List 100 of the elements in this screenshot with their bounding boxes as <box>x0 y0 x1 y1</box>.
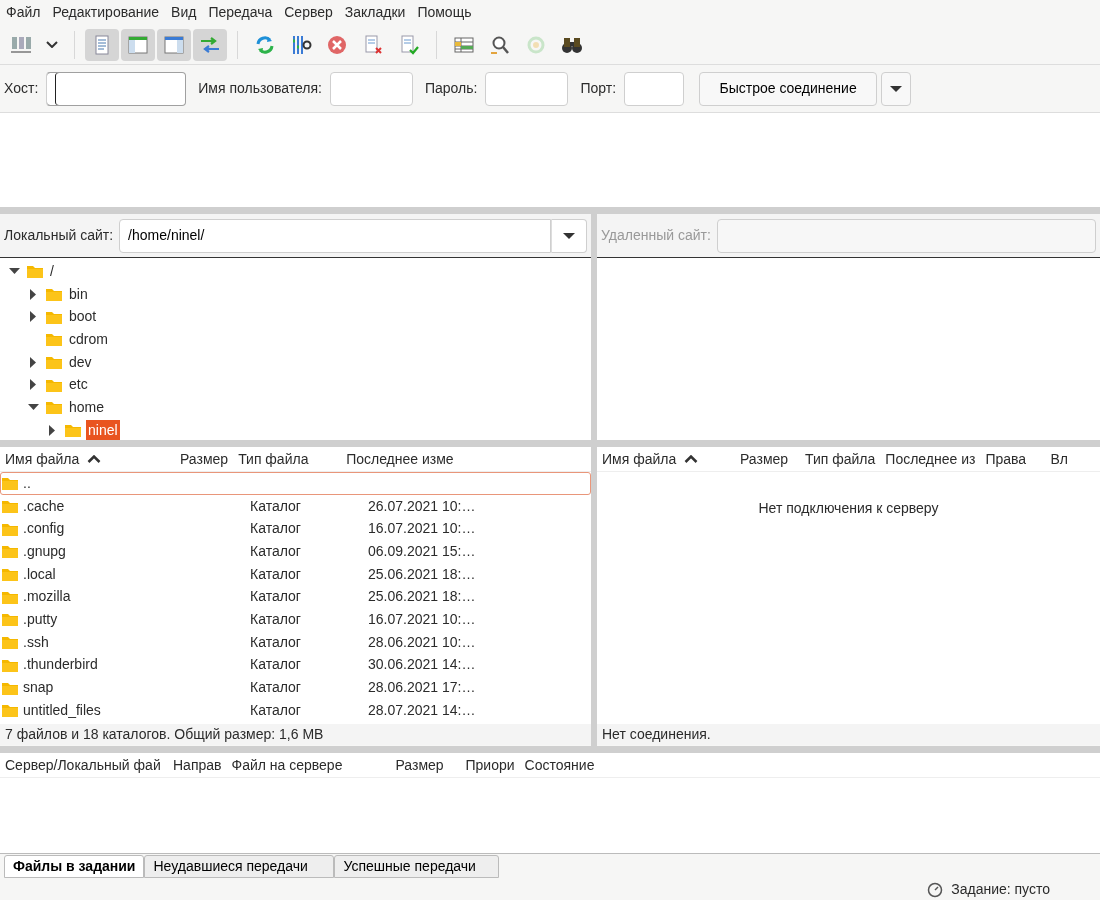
file-date: 30.06.2021 14:… <box>368 655 476 675</box>
file-date: 16.07.2021 10:… <box>368 519 476 539</box>
column-header[interactable]: Направ <box>173 754 222 776</box>
caret-icon <box>46 41 58 48</box>
expand-arrow-icon <box>49 424 55 436</box>
gauge-icon <box>927 881 944 898</box>
toggle-button[interactable] <box>157 28 191 61</box>
path-field[interactable]: /home/ninel/ <box>119 218 551 253</box>
column-header[interactable]: Последнее изме <box>346 448 454 470</box>
menu-item[interactable]: Файл <box>0 2 47 23</box>
column-header[interactable]: Файл на сервере <box>231 754 343 776</box>
menu-item[interactable]: Закладки <box>338 2 412 23</box>
input-field[interactable] <box>46 71 187 106</box>
file-name: snap <box>23 678 54 698</box>
file-row[interactable]: untitled_files Каталог 28.07.2021 14:… <box>0 698 591 722</box>
field-label: Хост: <box>4 79 39 98</box>
file-row[interactable]: .thunderbird Каталог 30.06.2021 14:… <box>0 653 591 677</box>
field-label: Имя пользователя: <box>198 79 322 98</box>
column-header[interactable]: Размер <box>180 448 229 470</box>
file-date: 25.06.2021 18:… <box>368 564 476 584</box>
input-field[interactable] <box>624 71 685 106</box>
file-type: Каталог <box>250 700 301 720</box>
file-name: .. <box>23 473 31 493</box>
dropdown-button[interactable] <box>551 218 587 253</box>
file-type: Каталог <box>250 587 301 607</box>
toggle-button[interactable] <box>121 28 155 61</box>
file-row[interactable]: .local Каталог 25.06.2021 18:… <box>0 562 591 586</box>
expand-arrow-icon <box>30 356 36 368</box>
dropdown-button[interactable] <box>881 71 912 106</box>
file-row[interactable]: .ssh Каталог 28.06.2021 10:… <box>0 630 591 654</box>
sort-icon <box>87 455 102 463</box>
input-field[interactable] <box>485 71 569 106</box>
menu-item[interactable]: Вид <box>165 2 203 23</box>
file-type: Каталог <box>250 564 301 584</box>
tab[interactable]: Файлы в задании <box>4 855 145 878</box>
column-header[interactable]: Сервер/Локальный фай <box>5 754 161 776</box>
input-field[interactable] <box>330 71 413 106</box>
caret-icon <box>563 232 575 239</box>
status-text: Нет соединения. <box>602 725 711 744</box>
field-label: Порт: <box>580 79 617 98</box>
file-name: .ssh <box>23 632 49 652</box>
sort-icon <box>684 455 699 463</box>
tree-item[interactable]: etc <box>67 374 90 396</box>
tree-item[interactable]: home <box>67 396 107 418</box>
tab[interactable]: Неудавшиеся передачи <box>144 855 335 878</box>
file-name: .mozilla <box>23 587 71 607</box>
column-header[interactable]: Имя файла <box>5 448 80 470</box>
file-type: Каталог <box>250 496 301 516</box>
column-header[interactable]: Состояние <box>524 754 595 776</box>
tree-item[interactable]: bin <box>67 283 90 305</box>
caret-icon <box>890 86 903 93</box>
file-date: 16.07.2021 10:… <box>368 609 476 629</box>
expand-arrow-icon <box>30 379 36 391</box>
file-row[interactable]: .gnupg Каталог 06.09.2021 15:… <box>0 540 591 563</box>
file-date: 06.09.2021 15:… <box>368 541 476 561</box>
tree-item[interactable]: / <box>48 260 56 282</box>
collapse-arrow-icon <box>8 268 20 275</box>
tree-item[interactable]: dev <box>67 351 94 373</box>
tree-item[interactable]: ninel <box>86 419 120 441</box>
file-name: .putty <box>23 609 58 629</box>
menu-item[interactable]: Сервер <box>278 2 339 23</box>
queue-status: Задание: пусто <box>951 880 1050 899</box>
file-type: Каталог <box>250 655 301 675</box>
file-name: .local <box>23 564 56 584</box>
menu-item[interactable]: Помощь <box>411 2 478 23</box>
file-row[interactable]: .. <box>0 472 591 495</box>
collapse-arrow-icon <box>27 404 39 411</box>
file-type: Каталог <box>250 609 301 629</box>
file-name: .config <box>23 519 65 539</box>
toggle-button[interactable] <box>193 28 227 61</box>
tree-item[interactable]: boot <box>67 306 99 328</box>
file-row[interactable]: .config Каталог 16.07.2021 10:… <box>0 517 591 541</box>
file-row[interactable]: .cache Каталог 26.07.2021 10:… <box>0 494 591 518</box>
file-name: untitled_files <box>23 700 101 720</box>
toggle-button[interactable] <box>85 28 119 61</box>
file-row[interactable]: .mozilla Каталог 25.06.2021 18:… <box>0 585 591 609</box>
menu-item[interactable]: Передача <box>202 2 279 23</box>
tab[interactable]: Успешные передачи <box>334 855 500 878</box>
file-type: Каталог <box>250 632 301 652</box>
status-text: 7 файлов и 18 каталогов. Общий размер: 1,6 MB <box>5 725 324 744</box>
file-type: Каталог <box>250 541 301 561</box>
file-name: .gnupg <box>23 541 66 561</box>
quickconnect-button[interactable]: Быстрое соединение <box>699 71 878 106</box>
field-label: Пароль: <box>425 79 478 98</box>
file-type: Каталог <box>250 519 301 539</box>
expand-arrow-icon <box>30 288 36 300</box>
file-row[interactable]: snap Каталог 28.06.2021 17:… <box>0 676 591 699</box>
file-row[interactable]: .putty Каталог 16.07.2021 10:… <box>0 608 591 631</box>
column-header[interactable]: Приори <box>465 754 515 776</box>
file-type: Каталог <box>250 678 301 698</box>
menu-item[interactable]: Редактирование <box>46 2 166 23</box>
expand-arrow-icon <box>30 311 36 323</box>
column-header[interactable]: Размер <box>395 754 444 776</box>
column-header[interactable]: Тип файла <box>238 448 309 470</box>
tree-item[interactable]: cdrom <box>67 328 110 350</box>
empty-message: Нет подключения к серверу <box>758 500 939 516</box>
file-name: .cache <box>23 496 65 516</box>
file-date: 28.06.2021 10:… <box>368 632 476 652</box>
file-date: 25.06.2021 18:… <box>368 587 476 607</box>
file-name: .thunderbird <box>23 655 98 675</box>
